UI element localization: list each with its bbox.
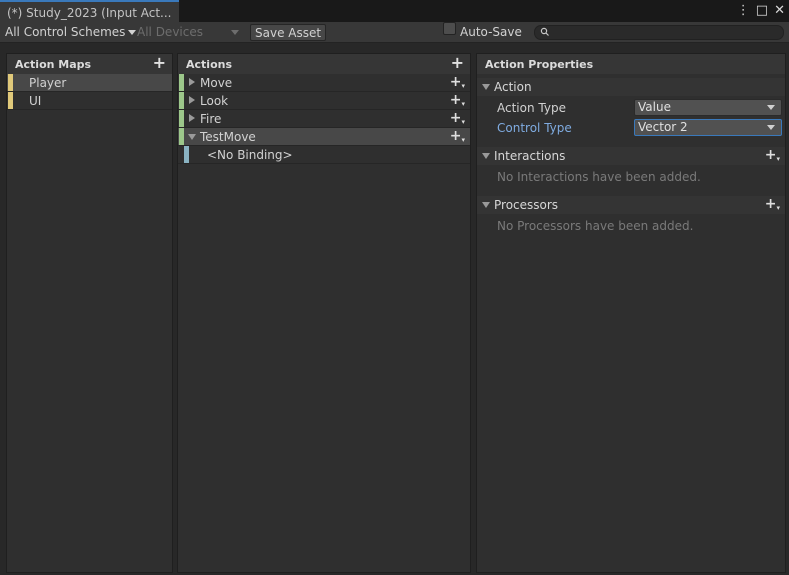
action-maps-pane: Action Maps + Player UI [6,53,173,573]
action-type-label: Action Type [497,101,566,115]
action-properties-header: Action Properties [477,54,785,74]
interactions-section-title: Interactions [494,149,566,163]
binding-label: <No Binding> [207,148,293,162]
expand-arrow-icon[interactable] [189,78,195,86]
action-color-stripe [179,92,184,109]
binding-color-stripe [184,146,189,163]
action-map-color-stripe [8,74,13,91]
collapse-arrow-icon[interactable] [188,134,196,140]
collapse-arrow-icon[interactable] [482,153,490,159]
control-schemes-label: All Control Schemes [5,25,126,39]
actions-title: Actions [186,58,232,71]
interactions-empty-message: No Interactions have been added. [497,170,701,184]
search-icon [540,27,549,36]
window-controls: ⋮ □ ✕ [737,2,785,20]
control-type-value: Vector 2 [638,120,688,134]
more-options-icon[interactable]: ⋮ [737,2,750,20]
maximize-icon[interactable]: □ [756,2,768,20]
save-asset-button[interactable]: Save Asset [250,24,327,41]
action-type-row: Action Type Value [477,98,785,118]
collapse-arrow-icon[interactable] [482,202,490,208]
control-type-row: Control Type Vector 2 [477,118,785,138]
window-tab[interactable]: (*) Study_2023 (Input Act... [0,0,179,22]
tab-strip: (*) Study_2023 (Input Act... ⋮ □ ✕ [0,0,789,22]
action-section-title: Action [494,80,532,94]
add-binding-icon[interactable]: +▾ [450,73,465,93]
action-map-color-stripe [8,92,13,109]
action-map-label: Player [29,76,67,90]
interactions-section-header[interactable]: Interactions +▾ [477,147,785,165]
collapse-arrow-icon[interactable] [482,84,490,90]
action-color-stripe [179,110,184,127]
add-binding-icon[interactable]: +▾ [450,109,465,129]
action-properties-title: Action Properties [485,58,594,71]
action-color-stripe [179,74,184,91]
action-map-label: UI [29,94,42,108]
save-asset-label: Save Asset [255,26,322,40]
close-icon[interactable]: ✕ [774,2,785,20]
actions-pane: Actions + Move +▾ Look +▾ Fire +▾ TestMo… [177,53,471,573]
control-type-label: Control Type [497,121,572,135]
window-tab-title: (*) Study_2023 (Input Act... [7,6,172,20]
action-color-stripe [179,128,184,145]
action-properties-pane: Action Properties Action Action Type Val… [476,53,786,573]
add-action-button[interactable]: + [451,54,464,72]
toolbar: All Control Schemes All Devices Save Ass… [0,22,789,43]
expand-arrow-icon[interactable] [189,96,195,104]
add-processor-icon[interactable]: +▾ [765,195,780,215]
action-label: TestMove [200,130,256,144]
action-move[interactable]: Move +▾ [178,74,470,92]
add-binding-icon[interactable]: +▾ [450,127,465,147]
action-type-dropdown[interactable]: Value [634,99,782,116]
action-label: Look [200,94,229,108]
auto-save-label: Auto-Save [460,25,522,39]
control-type-dropdown[interactable]: Vector 2 [634,119,782,136]
devices-dropdown[interactable]: All Devices [137,24,241,41]
action-label: Move [200,76,233,90]
add-interaction-icon[interactable]: +▾ [765,146,780,166]
processors-empty-message: No Processors have been added. [497,219,694,233]
add-binding-icon[interactable]: +▾ [450,91,465,111]
control-schemes-dropdown[interactable]: All Control Schemes [5,24,137,41]
action-map-player[interactable]: Player [7,74,172,92]
search-input[interactable] [534,25,784,40]
binding-row[interactable]: <No Binding> [178,146,470,164]
expand-arrow-icon[interactable] [189,114,195,122]
chevron-down-icon [231,30,239,35]
chevron-down-icon [767,105,775,110]
action-section-header[interactable]: Action [477,78,785,96]
action-testmove[interactable]: TestMove +▾ [178,128,470,146]
processors-section-title: Processors [494,198,559,212]
auto-save-toggle[interactable]: Auto-Save [443,22,522,41]
auto-save-checkbox[interactable] [443,22,456,35]
actions-header: Actions + [178,54,470,74]
processors-section-header[interactable]: Processors +▾ [477,196,785,214]
action-maps-header: Action Maps + [7,54,172,74]
action-type-value: Value [638,100,671,114]
add-action-map-button[interactable]: + [153,54,166,72]
action-maps-title: Action Maps [15,58,92,71]
action-label: Fire [200,112,222,126]
chevron-down-icon [128,30,137,35]
action-fire[interactable]: Fire +▾ [178,110,470,128]
action-look[interactable]: Look +▾ [178,92,470,110]
action-map-ui[interactable]: UI [7,92,172,110]
chevron-down-icon [767,125,775,130]
devices-label: All Devices [137,25,203,39]
